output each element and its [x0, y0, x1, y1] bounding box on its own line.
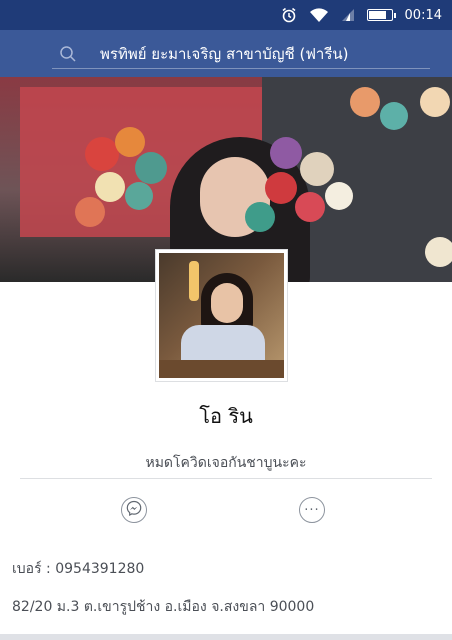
- divider: [20, 478, 432, 479]
- search-query[interactable]: พรทิพย์ ยะมาเจริญ สาขาบัญชี (ฟารีน): [100, 42, 349, 66]
- clock: 00:14: [404, 7, 442, 23]
- address-info: 82/20 ม.3 ต.เขารูปช้าง อ.เมือง จ.สงขลา 9…: [12, 599, 315, 615]
- profile-bio: หมดโควิดเจอกันชาบูนะคะ: [145, 455, 307, 471]
- search-bar[interactable]: พรทิพย์ ยะมาเจริญ สาขาบัญชี (ฟารีน): [0, 30, 452, 77]
- signal-icon: [341, 8, 355, 22]
- messenger-icon: [126, 500, 142, 520]
- search-icon[interactable]: [58, 44, 78, 64]
- phone-info: เบอร์ : 0954391280: [12, 561, 145, 577]
- more-icon: ···: [304, 502, 320, 518]
- profile-name: โอ ริน: [199, 404, 253, 428]
- messenger-button[interactable]: [121, 497, 147, 523]
- search-underline: [52, 68, 430, 69]
- status-bar: 00:14: [0, 0, 452, 30]
- alarm-icon: [281, 7, 297, 23]
- profile-picture[interactable]: [155, 249, 288, 382]
- more-options-button[interactable]: ···: [299, 497, 325, 523]
- battery-icon: [366, 9, 396, 21]
- wifi-icon: [309, 7, 329, 23]
- bottom-bar: [0, 634, 452, 640]
